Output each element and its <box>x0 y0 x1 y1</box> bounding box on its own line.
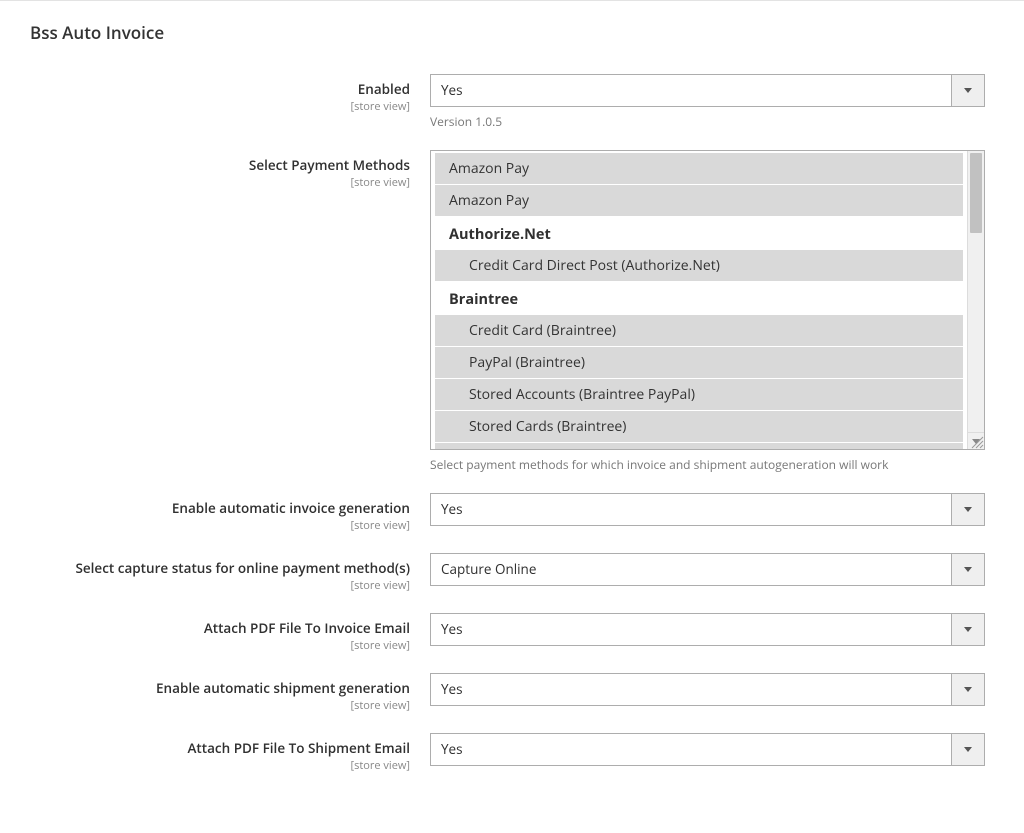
dropdown-icon <box>951 75 984 106</box>
attach-pdf-invoice-label: Attach PDF File To Invoice Email <box>204 619 410 637</box>
section-title: Bss Auto Invoice <box>30 21 994 44</box>
enabled-select[interactable]: Yes <box>430 74 985 107</box>
scrollbar-thumb[interactable] <box>970 153 982 233</box>
scrollbar[interactable] <box>967 151 984 432</box>
attach-pdf-shipment-scope: [store view] <box>30 758 410 773</box>
payment-method-option[interactable]: Stored Accounts (Braintree PayPal) <box>435 379 963 410</box>
capture-status-scope: [store view] <box>30 578 410 593</box>
auto-shipment-select-value: Yes <box>431 674 951 705</box>
capture-status-label: Select capture status for online payment… <box>75 559 410 577</box>
dropdown-icon <box>951 554 984 585</box>
attach-pdf-shipment-select-value: Yes <box>431 734 951 765</box>
payment-methods-label: Select Payment Methods <box>249 156 410 174</box>
auto-shipment-scope: [store view] <box>30 698 410 713</box>
attach-pdf-invoice-scope: [store view] <box>30 638 410 653</box>
attach-pdf-invoice-select[interactable]: Yes <box>430 613 985 646</box>
payment-methods-scope: [store view] <box>30 175 410 190</box>
payment-method-group: Braintree <box>431 282 967 315</box>
payment-methods-multiselect[interactable]: Amazon PayAmazon PayAuthorize.NetCredit … <box>430 150 985 450</box>
payment-method-option[interactable]: Credit Card (Braintree) <box>435 315 963 346</box>
auto-invoice-label: Enable automatic invoice generation <box>172 499 410 517</box>
enabled-label: Enabled <box>358 80 410 98</box>
auto-shipment-label: Enable automatic shipment generation <box>156 679 410 697</box>
enabled-select-value: Yes <box>431 75 951 106</box>
dropdown-icon <box>951 494 984 525</box>
payment-method-option[interactable]: Credit Card (Authorize.Net) <box>435 443 963 449</box>
attach-pdf-invoice-select-value: Yes <box>431 614 951 645</box>
dropdown-icon <box>951 734 984 765</box>
payment-method-option[interactable]: PayPal (Braintree) <box>435 347 963 378</box>
auto-invoice-select-value: Yes <box>431 494 951 525</box>
payment-method-option[interactable]: Stored Cards (Braintree) <box>435 411 963 442</box>
auto-invoice-scope: [store view] <box>30 518 410 533</box>
auto-invoice-select[interactable]: Yes <box>430 493 985 526</box>
version-note: Version 1.0.5 <box>430 113 985 130</box>
capture-status-select-value: Capture Online <box>431 554 951 585</box>
attach-pdf-shipment-label: Attach PDF File To Shipment Email <box>187 739 410 757</box>
payment-method-option[interactable]: Credit Card Direct Post (Authorize.Net) <box>435 250 963 281</box>
scroll-down-icon[interactable] <box>967 432 984 449</box>
payment-method-option[interactable]: Amazon Pay <box>435 185 963 216</box>
payment-method-option[interactable]: Amazon Pay <box>435 153 963 184</box>
auto-shipment-select[interactable]: Yes <box>430 673 985 706</box>
dropdown-icon <box>951 614 984 645</box>
attach-pdf-shipment-select[interactable]: Yes <box>430 733 985 766</box>
dropdown-icon <box>951 674 984 705</box>
capture-status-select[interactable]: Capture Online <box>430 553 985 586</box>
enabled-scope: [store view] <box>30 99 410 114</box>
payment-methods-note: Select payment methods for which invoice… <box>430 456 985 473</box>
payment-method-group: Authorize.Net <box>431 217 967 250</box>
